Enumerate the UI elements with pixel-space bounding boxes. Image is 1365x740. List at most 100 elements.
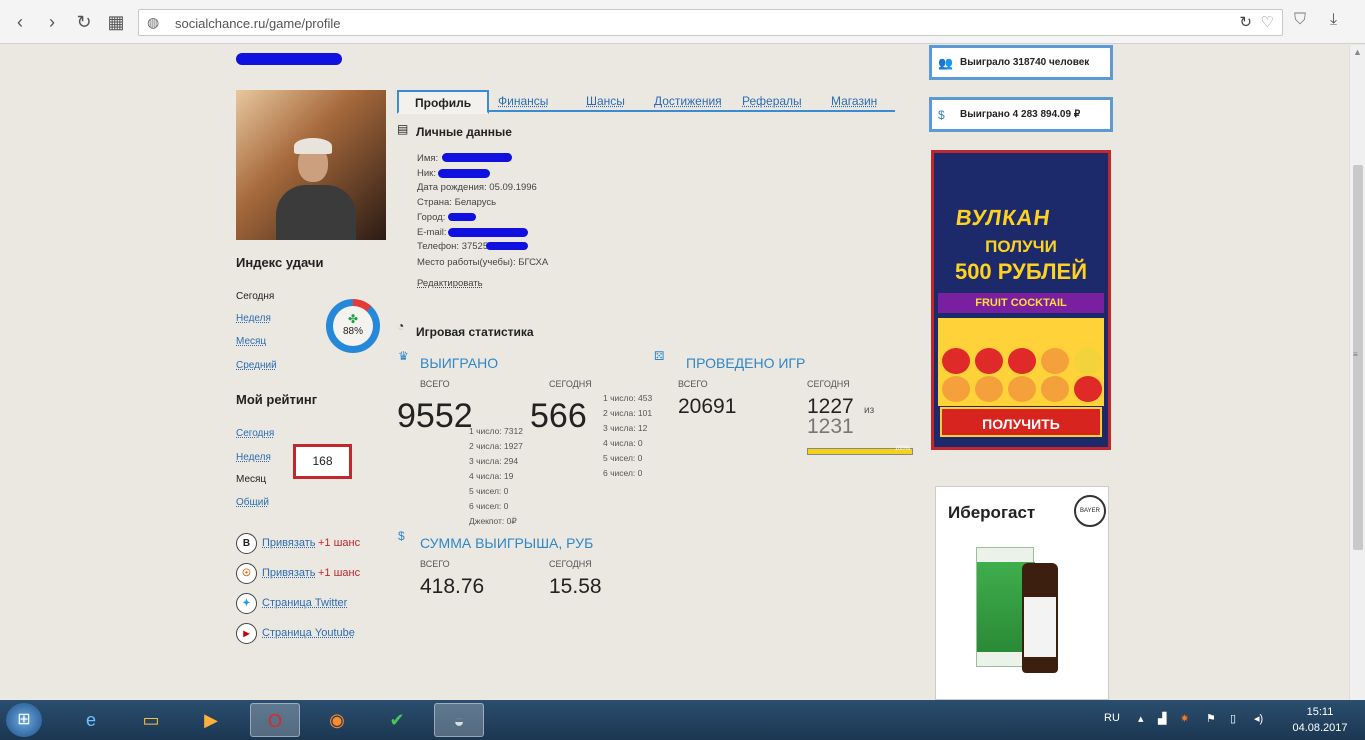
- twitter-link[interactable]: Страница Twitter: [262, 597, 347, 609]
- avast-icon[interactable]: ✷: [1180, 712, 1189, 725]
- won-total-b1: 1 число: 7312: [469, 426, 523, 436]
- vk-bind-link[interactable]: Привязать: [262, 537, 316, 549]
- redacted-email: [448, 228, 528, 237]
- vk-icon: В: [236, 533, 257, 554]
- luck-item-average[interactable]: Средний: [236, 360, 277, 371]
- heart-icon[interactable]: ♡: [1261, 13, 1274, 31]
- tray-arrow-icon[interactable]: ▴: [1138, 712, 1144, 725]
- taskbar-clock[interactable]: 15:11 04.08.2017: [1290, 704, 1350, 736]
- tab-shop[interactable]: Магазин: [831, 94, 877, 108]
- start-button[interactable]: ⊞: [6, 703, 42, 737]
- info-name: Имя:: [417, 153, 439, 164]
- won-today-b2: 2 числа: 101: [603, 408, 653, 418]
- bayer-logo: BAYER: [1074, 495, 1106, 527]
- played-total-label: ВСЕГО: [678, 379, 708, 389]
- download-icon[interactable]: ⤓: [1330, 11, 1337, 29]
- shield-icon[interactable]: ⛉: [1294, 11, 1306, 29]
- reload-icon[interactable]: ↻: [72, 10, 96, 34]
- file-explorer-icon[interactable]: ▭: [126, 703, 176, 737]
- checkmark-app-icon[interactable]: ✔: [372, 703, 422, 737]
- forward-icon[interactable]: ›: [40, 10, 64, 34]
- game-stats-title: Игровая статистика: [416, 325, 534, 339]
- back-icon[interactable]: ‹: [8, 10, 32, 34]
- avatar: [236, 90, 386, 240]
- casino-ad-banner[interactable]: ВУЛКАН ПОЛУЧИ 500 РУБЛЕЙ FRUIT COCKTAIL …: [931, 150, 1111, 450]
- speaker-icon[interactable]: ◂): [1254, 712, 1263, 725]
- won-today-label: СЕГОДНЯ: [549, 379, 592, 389]
- info-phone: Телефон: 37525: [417, 241, 489, 252]
- won-total-b2: 2 числа: 1927: [469, 441, 523, 451]
- internet-explorer-icon[interactable]: e: [66, 703, 116, 737]
- casino-ad-line1: ПОЛУЧИ: [985, 237, 1057, 256]
- document-icon: ▤: [397, 122, 409, 136]
- browser-toolbar: ‹ › ↻ ▦ ◍ socialchance.ru/game/profile ↻…: [0, 0, 1365, 44]
- dice-icon: ⚄: [654, 349, 665, 363]
- battery-icon[interactable]: ▯: [1230, 712, 1236, 725]
- network-icon[interactable]: ▟: [1158, 712, 1166, 725]
- address-bar[interactable]: ◍ socialchance.ru/game/profile ↻ ♡: [138, 9, 1283, 36]
- users-icon: 👥: [938, 56, 953, 70]
- tab-finance[interactable]: Финансы: [498, 94, 548, 108]
- luck-item-month[interactable]: Месяц: [236, 336, 266, 347]
- won-total-b5: 5 чисел: 0: [469, 486, 509, 496]
- strawberry-icon: [1008, 348, 1036, 374]
- medicine-bottle: [1022, 563, 1058, 673]
- media-player-icon[interactable]: ▶: [186, 703, 236, 737]
- rating-item-total[interactable]: Общий: [236, 497, 269, 508]
- social-ok: ☉ Привязать +1 шанс: [236, 563, 396, 585]
- page-scrollbar[interactable]: ▲ ≡: [1349, 45, 1365, 700]
- flag-icon[interactable]: ⚑: [1206, 712, 1216, 725]
- social-twitter: ✦ Страница Twitter: [236, 593, 396, 615]
- luck-percent: 88%: [342, 326, 363, 337]
- orange-icon: [1041, 376, 1069, 402]
- language-indicator[interactable]: RU: [1104, 712, 1120, 724]
- won-jackpot: Джекпот: 0₽: [469, 516, 517, 526]
- rating-item-today[interactable]: Сегодня: [236, 428, 274, 439]
- info-country: Страна: Беларусь: [417, 197, 497, 208]
- redacted-phone: [486, 242, 528, 250]
- edit-profile-link[interactable]: Редактировать: [417, 278, 483, 289]
- pear-icon: [1074, 348, 1102, 374]
- luck-item-week[interactable]: Неделя: [236, 313, 271, 324]
- info-workplace: Место работы(учебы): БГСХА: [417, 257, 549, 268]
- prize-today-label: СЕГОДНЯ: [549, 559, 592, 569]
- played-progress-bar: 100%: [807, 446, 913, 455]
- clover-icon: ✤: [347, 312, 359, 326]
- strawberry-icon: [1074, 376, 1102, 402]
- tab-profile[interactable]: Профиль: [397, 90, 490, 114]
- url-text[interactable]: socialchance.ru/game/profile: [175, 16, 340, 31]
- rating-item-week[interactable]: Неделя: [236, 452, 271, 463]
- mouse-app-icon[interactable]: ◒: [434, 703, 484, 737]
- casino-ad-button[interactable]: ПОЛУЧИТЬ: [940, 407, 1102, 437]
- won-total-b3: 3 числа: 294: [469, 456, 519, 466]
- tab-chances[interactable]: Шансы: [586, 94, 625, 108]
- won-today-b3: 3 числа: 12: [603, 423, 648, 433]
- scroll-up-icon[interactable]: ▲: [1353, 47, 1362, 57]
- firefox-icon[interactable]: ◉: [312, 703, 362, 737]
- strawberry-icon: [942, 348, 970, 374]
- redacted-nick: [438, 169, 490, 178]
- youtube-icon: ▶: [236, 623, 257, 644]
- youtube-link[interactable]: Страница Youtube: [262, 627, 355, 639]
- rating-title: Мой рейтинг: [236, 392, 318, 407]
- pharma-ad-banner[interactable]: Иберогаст BAYER: [935, 486, 1109, 700]
- apps-icon[interactable]: ▦: [104, 10, 128, 34]
- twitter-icon: ✦: [236, 593, 257, 614]
- opera-browser-icon[interactable]: O: [250, 703, 300, 737]
- globe-icon: ◍: [147, 14, 160, 30]
- won-title: ВЫИГРАНО: [420, 355, 499, 371]
- prize-total-label: ВСЕГО: [420, 559, 450, 569]
- info-email: E-mail:: [417, 227, 447, 238]
- casino-ad-logo: ВУЛКАН: [954, 205, 1053, 230]
- tab-achievements[interactable]: Достижения: [654, 94, 722, 108]
- clock-time: 15:11: [1306, 706, 1334, 718]
- played-today-label: СЕГОДНЯ: [807, 379, 850, 389]
- orange-icon: [1041, 348, 1069, 374]
- winners-count-box: 👥 Выиграло 318740 человек: [929, 45, 1113, 80]
- won-total: 9552: [397, 397, 473, 435]
- refresh-page-icon[interactable]: ↻: [1239, 13, 1252, 31]
- ok-bind-link[interactable]: Привязать: [262, 567, 316, 579]
- odnoklassniki-icon: ☉: [236, 563, 257, 584]
- tab-referrals[interactable]: Рефералы: [742, 94, 802, 108]
- pharma-ad-brand: Иберогаст: [948, 503, 1036, 522]
